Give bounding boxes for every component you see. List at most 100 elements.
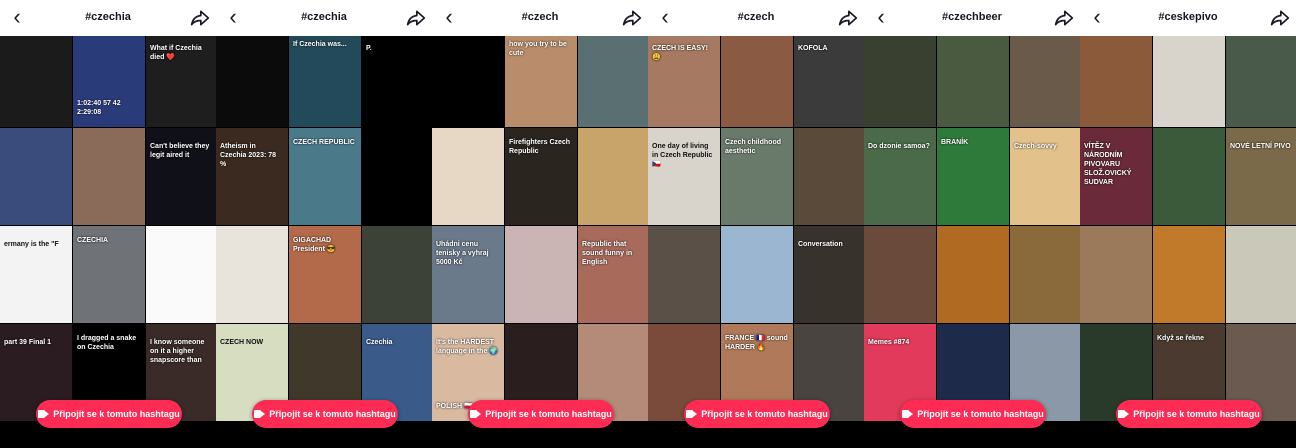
video-thumbnail[interactable] (578, 128, 648, 225)
share-icon[interactable] (406, 8, 426, 28)
video-thumbnail[interactable] (505, 226, 577, 323)
video-caption: NOVÉ LETNÍ PIVO (1230, 143, 1291, 150)
back-arrow-icon[interactable]: ‹ (870, 6, 892, 30)
video-thumbnail[interactable] (0, 128, 72, 225)
join-hashtag-button[interactable]: Připojit se k tomuto hashtagu (36, 400, 182, 428)
video-caption: CZECH NOW (220, 339, 264, 346)
video-caption: Czech childhood aesthetic (725, 139, 781, 155)
join-hashtag-button[interactable]: Připojit se k tomuto hashtagu (468, 400, 614, 428)
video-thumbnail[interactable] (1153, 30, 1225, 127)
video-thumbnail[interactable]: If Czechia was... (289, 30, 361, 127)
video-thumbnail[interactable]: One day of living in Czech Republic 🇨🇿 (648, 128, 720, 225)
video-thumbnail[interactable] (1226, 226, 1296, 323)
video-thumbnail[interactable]: GIGACHAD President 😎 (289, 226, 361, 323)
join-hashtag-button[interactable]: Připojit se k tomuto hashtagu (684, 400, 830, 428)
video-caption: Republic that sound funny in English (582, 241, 633, 266)
video-thumbnail[interactable]: Czech-sovvy (1010, 128, 1080, 225)
video-grid: how you try to be cute Firefighters Czech… (432, 30, 648, 448)
video-thumbnail[interactable] (648, 226, 720, 323)
share-icon[interactable] (838, 8, 858, 28)
video-thumbnail[interactable] (1080, 30, 1152, 127)
join-hashtag-label: Připojit se k tomuto hashtagu (485, 409, 612, 419)
video-camera-icon (254, 410, 266, 418)
video-caption: how you try to be cute (509, 41, 567, 57)
hashtag-panel-6: VÍTĚZ V NÁRODNÍM PIVOVARU SLOŽ.OVICKÝ SU… (1080, 0, 1296, 448)
video-thumbnail[interactable] (432, 128, 504, 225)
video-thumbnail[interactable]: Atheism in Czechia 2023: 78 % (216, 128, 288, 225)
video-thumbnail[interactable] (1010, 30, 1080, 127)
video-thumbnail[interactable] (146, 226, 216, 323)
video-thumbnail[interactable] (1010, 226, 1080, 323)
video-thumbnail[interactable] (1153, 226, 1225, 323)
hashtag-panel-1: 1:02:40 57 42 2:29:08 What if Czechia die… (0, 0, 216, 448)
video-thumbnail[interactable]: ermany is the "F (0, 226, 72, 323)
video-caption: Uhádni cenu tenisky a vyhraj 5000 Kč (436, 241, 489, 266)
join-hashtag-label: Připojit se k tomuto hashtagu (53, 409, 180, 419)
video-caption: Czechia (366, 339, 393, 346)
back-arrow-icon[interactable]: ‹ (438, 6, 460, 30)
video-thumbnail[interactable]: NOVÉ LETNÍ PIVO (1226, 128, 1296, 225)
video-thumbnail[interactable]: Czech childhood aesthetic (721, 128, 793, 225)
video-thumbnail[interactable] (1226, 30, 1296, 127)
hashtag-title: #czechia (301, 11, 347, 23)
back-arrow-icon[interactable]: ‹ (654, 6, 676, 30)
video-caption: Atheism in Czechia 2023: 78 % (220, 143, 277, 168)
video-caption: Do dzonie samoa? (868, 143, 930, 150)
video-thumbnail[interactable]: BRANÍK (937, 128, 1009, 225)
video-thumbnail[interactable]: Uhádni cenu tenisky a vyhraj 5000 Kč (432, 226, 504, 323)
hashtag-title: #czechia (85, 11, 131, 23)
video-thumbnail[interactable] (721, 30, 793, 127)
hashtag-header: ‹ #czech (432, 0, 648, 36)
video-thumbnail[interactable]: P. (362, 30, 432, 127)
video-thumbnail[interactable]: Conversation (794, 226, 864, 323)
video-thumbnail[interactable] (362, 226, 432, 323)
video-thumbnail[interactable]: Do dzonie samoa? (864, 128, 936, 225)
video-thumbnail[interactable]: CZECHIA (73, 226, 145, 323)
video-caption: Can't believe they legit aired it (150, 143, 210, 159)
video-thumbnail[interactable] (216, 226, 288, 323)
video-thumbnail[interactable]: CZECH IS EASY! 😩 (648, 30, 720, 127)
share-icon[interactable] (622, 8, 642, 28)
video-caption: Conversation (798, 241, 843, 248)
hashtag-title: #czech (737, 11, 775, 23)
video-thumbnail[interactable]: KOFOLA (794, 30, 864, 127)
join-hashtag-button[interactable]: Připojit se k tomuto hashtagu (900, 400, 1046, 428)
video-thumbnail[interactable] (1153, 128, 1225, 225)
video-thumbnail[interactable]: Firefighters Czech Republic (505, 128, 577, 225)
video-thumbnail[interactable] (73, 128, 145, 225)
video-thumbnail[interactable] (362, 128, 432, 225)
video-thumbnail[interactable] (937, 30, 1009, 127)
share-icon[interactable] (190, 8, 210, 28)
video-thumbnail[interactable] (578, 30, 648, 127)
video-thumbnail[interactable] (721, 226, 793, 323)
video-thumbnail[interactable]: how you try to be cute (505, 30, 577, 127)
video-thumbnail[interactable] (1080, 226, 1152, 323)
video-thumbnail[interactable] (432, 30, 504, 127)
video-thumbnail[interactable] (937, 226, 1009, 323)
video-thumbnail[interactable]: Republic that sound funny in English (578, 226, 648, 323)
back-arrow-icon[interactable]: ‹ (6, 6, 28, 30)
video-thumbnail[interactable] (794, 128, 864, 225)
hashtag-title: #czechbeer (942, 11, 1002, 23)
join-hashtag-label: Připojit se k tomuto hashtagu (1133, 409, 1260, 419)
hashtag-title: #ceskepivo (1158, 11, 1218, 23)
back-arrow-icon[interactable]: ‹ (1086, 6, 1108, 30)
video-camera-icon (470, 410, 482, 418)
share-icon[interactable] (1054, 8, 1074, 28)
video-thumbnail[interactable] (864, 226, 936, 323)
video-camera-icon (1118, 410, 1130, 418)
hashtag-header: ‹ #czechia (216, 0, 432, 36)
join-hashtag-button[interactable]: Připojit se k tomuto hashtagu (1116, 400, 1262, 428)
video-thumbnail[interactable]: 1:02:40 57 42 2:29:08 (73, 30, 145, 127)
video-thumbnail[interactable] (0, 30, 72, 127)
video-thumbnail[interactable]: What if Czechia died ❤️ (146, 30, 216, 127)
video-caption: CZECH IS EASY! 😩 (652, 45, 709, 61)
video-thumbnail[interactable]: VÍTĚZ V NÁRODNÍM PIVOVARU SLOŽ.OVICKÝ SU… (1080, 128, 1152, 225)
video-thumbnail[interactable] (216, 30, 288, 127)
share-icon[interactable] (1270, 8, 1290, 28)
video-thumbnail[interactable]: Can't believe they legit aired it (146, 128, 216, 225)
join-hashtag-button[interactable]: Připojit se k tomuto hashtagu (252, 400, 398, 428)
video-thumbnail[interactable]: CZECH REPUBLIC (289, 128, 361, 225)
video-thumbnail[interactable] (864, 30, 936, 127)
back-arrow-icon[interactable]: ‹ (222, 6, 244, 30)
